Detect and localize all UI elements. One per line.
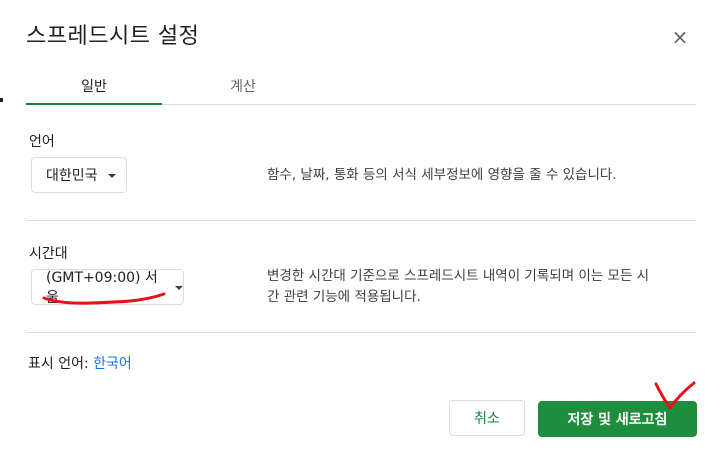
- language-select[interactable]: 대한민국: [31, 157, 127, 193]
- save-and-reload-button[interactable]: 저장 및 새로고침: [538, 401, 697, 437]
- dialog-title: 스프레드시트 설정: [26, 24, 200, 49]
- language-select-value: 대한민국: [46, 168, 98, 184]
- timezone-select-value: (GMT+09:00) 서울: [46, 270, 158, 306]
- divider: [26, 220, 696, 221]
- timezone-select[interactable]: (GMT+09:00) 서울: [31, 269, 184, 306]
- cancel-button[interactable]: 취소: [449, 400, 525, 436]
- tab-general[interactable]: 일반: [26, 74, 162, 104]
- display-language-label: 표시 언어:: [28, 356, 89, 372]
- dropdown-caret-icon: [175, 286, 183, 290]
- timezone-description-line-1: 변경한 시간대 기준으로 스프레드시트 내역이 기록되며 이는 모든 시: [267, 268, 650, 284]
- active-tab-indicator: [26, 103, 162, 105]
- timezone-label: 시간대: [29, 246, 68, 262]
- dropdown-caret-icon: [107, 174, 116, 178]
- divider: [26, 332, 696, 333]
- spreadsheet-settings-dialog: 스프레드시트 설정 × 일반 계산 언어 대한민국 함수, 날짜, 통화 등의 …: [0, 0, 720, 459]
- close-icon[interactable]: ×: [669, 25, 691, 49]
- language-label: 언어: [29, 134, 55, 150]
- edge-mark: [0, 98, 3, 102]
- language-description: 함수, 날짜, 통화 등의 서식 세부정보에 영향을 줄 수 있습니다.: [267, 167, 617, 183]
- tab-calculation[interactable]: 계산: [178, 74, 308, 104]
- tab-bar: 일반 계산: [26, 74, 696, 105]
- display-language-link[interactable]: 한국어: [93, 356, 132, 372]
- display-language: 표시 언어: 한국어: [28, 353, 132, 373]
- timezone-description-line-2: 간 관련 기능에 적용됩니다.: [267, 289, 421, 305]
